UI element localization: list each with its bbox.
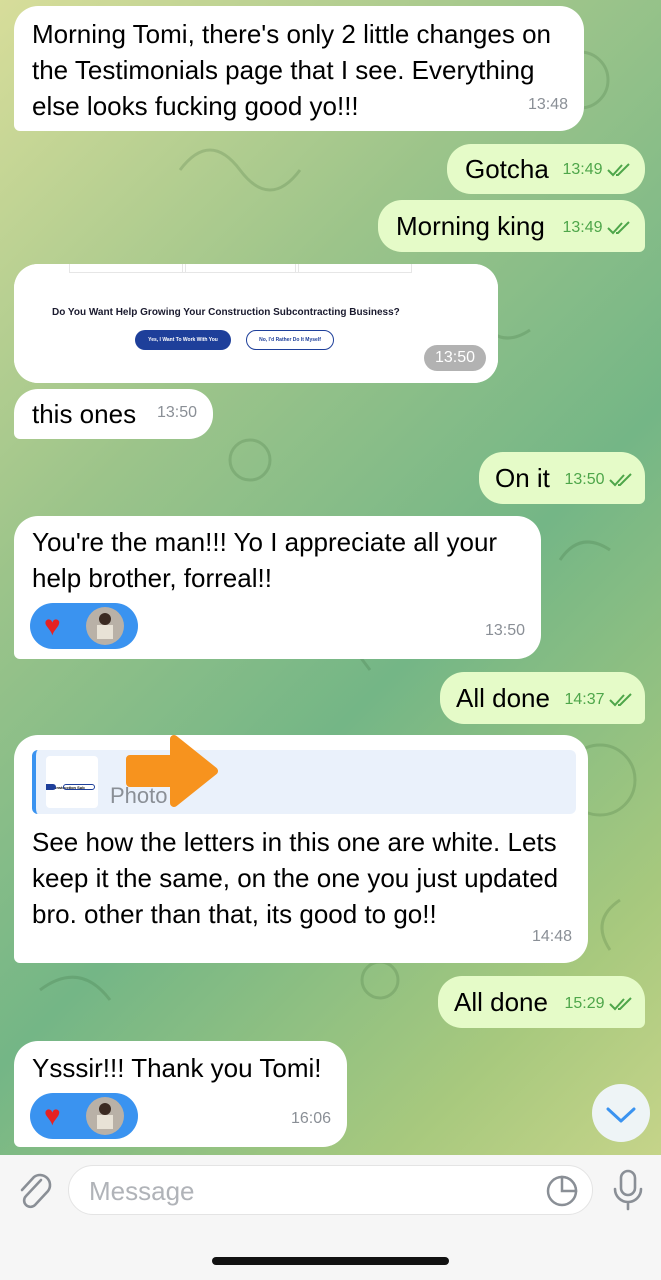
message-outgoing[interactable]: Morning king 13:49 bbox=[378, 200, 645, 252]
heart-icon: ♥ bbox=[44, 1100, 61, 1131]
message-incoming[interactable]: ur Construction Sub Photo See how the le… bbox=[14, 735, 588, 963]
message-text: this ones bbox=[32, 399, 137, 429]
message-text: All done bbox=[454, 987, 548, 1017]
double-check-icon bbox=[607, 221, 630, 235]
avatar bbox=[86, 607, 124, 645]
message-text: Morning king bbox=[396, 211, 545, 241]
image-decoration bbox=[182, 264, 299, 273]
microphone-icon[interactable] bbox=[610, 1169, 646, 1213]
message-time: 13:50 bbox=[484, 622, 525, 639]
message-placeholder: Message bbox=[89, 1176, 195, 1206]
message-incoming[interactable]: Morning Tomi, there's only 2 little chan… bbox=[14, 6, 584, 131]
image-decoration bbox=[295, 264, 412, 273]
message-text: You're the man!!! Yo I appreciate all yo… bbox=[32, 527, 498, 593]
message-outgoing[interactable]: Gotcha 13:49 bbox=[447, 144, 645, 194]
image-headline: Do You Want Help Growing Your Constructi… bbox=[52, 307, 400, 318]
message-time: 14:48 bbox=[531, 928, 572, 945]
message-time: 13:50 bbox=[423, 345, 486, 371]
reply-preview[interactable]: ur Construction Sub Photo bbox=[32, 750, 576, 814]
message-meta: 13:49 bbox=[563, 210, 632, 246]
image-decoration bbox=[69, 264, 186, 273]
reaction-badge[interactable]: ♥ bbox=[30, 603, 138, 649]
scroll-down-button[interactable] bbox=[592, 1084, 650, 1142]
double-check-icon bbox=[609, 473, 632, 487]
image-no-button: No, I'd Rather Do It Myself bbox=[246, 330, 334, 350]
avatar bbox=[86, 1097, 124, 1135]
message-incoming[interactable]: this ones 13:50 bbox=[14, 389, 213, 439]
message-text: Gotcha bbox=[465, 154, 549, 184]
message-text: See how the letters in this one are whit… bbox=[32, 827, 559, 929]
message-time: 14:37 bbox=[564, 691, 605, 708]
image-yes-button: Yes, I Want To Work With You bbox=[135, 330, 231, 350]
home-indicator bbox=[212, 1257, 449, 1265]
message-text: On it bbox=[495, 463, 550, 493]
composer-bar: Message bbox=[0, 1155, 661, 1280]
message-time: 13:50 bbox=[564, 471, 605, 488]
message-text: Ysssir!!! Thank you Tomi! bbox=[32, 1053, 322, 1083]
message-incoming[interactable]: Ysssir!!! Thank you Tomi! ♥ 16:06 bbox=[14, 1041, 347, 1147]
message-input[interactable]: Message bbox=[68, 1165, 593, 1215]
message-time: 13:49 bbox=[562, 219, 603, 236]
thumbnail-button bbox=[46, 784, 56, 790]
message-meta: 13:50 bbox=[565, 462, 634, 498]
message-text: Morning Tomi, there's only 2 little chan… bbox=[32, 19, 551, 121]
message-outgoing[interactable]: On it 13:50 bbox=[479, 452, 645, 504]
message-time: 15:29 bbox=[564, 995, 605, 1012]
paperclip-icon[interactable] bbox=[15, 1170, 55, 1214]
message-time: 13:50 bbox=[156, 404, 197, 421]
double-check-icon bbox=[607, 163, 630, 177]
double-check-icon bbox=[609, 693, 632, 707]
message-time: 16:06 bbox=[290, 1110, 331, 1127]
message-time: 13:49 bbox=[562, 161, 603, 178]
message-outgoing[interactable]: All done 15:29 bbox=[438, 976, 645, 1028]
message-incoming[interactable]: You're the man!!! Yo I appreciate all yo… bbox=[14, 516, 541, 659]
message-outgoing[interactable]: All done 14:37 bbox=[440, 672, 645, 724]
message-meta: 14:37 bbox=[565, 682, 634, 718]
message-meta: 13:49 bbox=[563, 152, 632, 188]
thumbnail-button bbox=[63, 784, 95, 790]
sticker-icon[interactable] bbox=[544, 1173, 580, 1209]
reply-thumbnail: ur Construction Sub bbox=[46, 756, 98, 808]
message-time: 13:48 bbox=[527, 96, 568, 113]
message-text: All done bbox=[456, 683, 550, 713]
chevron-down-icon bbox=[606, 1107, 636, 1123]
double-check-icon bbox=[609, 997, 632, 1011]
message-meta: 15:29 bbox=[565, 986, 634, 1022]
reaction-badge[interactable]: ♥ bbox=[30, 1093, 138, 1139]
orange-arrow-annotation bbox=[126, 735, 218, 807]
image-message[interactable]: Do You Want Help Growing Your Constructi… bbox=[14, 264, 498, 383]
heart-icon: ♥ bbox=[44, 610, 61, 641]
